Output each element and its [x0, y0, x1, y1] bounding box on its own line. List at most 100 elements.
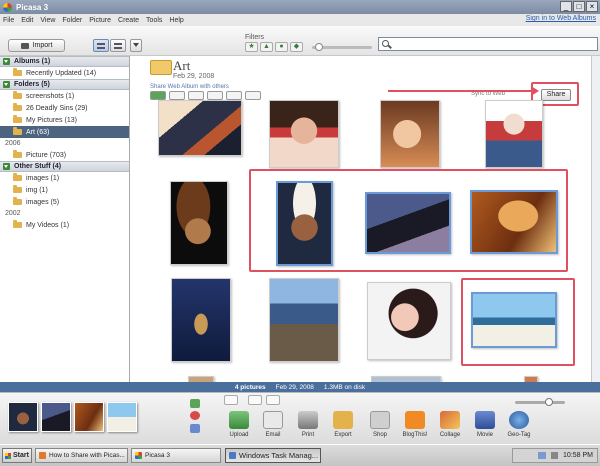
other-stuff-header[interactable]: Other Stuff (4)	[0, 161, 129, 172]
tray-thumbnail[interactable]	[41, 402, 71, 432]
date-filter-slider[interactable]	[312, 43, 372, 51]
window-controls: _ □ ×	[560, 1, 598, 12]
photo-thumbnail-selected[interactable]	[276, 181, 333, 266]
geo-filter-button[interactable]: ◆	[290, 42, 303, 52]
album-view: Art Feb 29, 2008 Share Web Album with ot…	[131, 56, 600, 384]
photo-thumbnail-selected[interactable]	[470, 190, 558, 254]
collage-icon	[440, 411, 460, 429]
vertical-scrollbar[interactable]	[591, 56, 600, 382]
photo-thumbnail[interactable]	[269, 278, 339, 362]
folder-item-picture[interactable]: Picture (703)	[0, 149, 129, 161]
album-title: Art	[173, 58, 191, 73]
email-button[interactable]: Email	[256, 411, 290, 438]
folder-label: images (1)	[26, 174, 60, 182]
folder-item-screenshots[interactable]: screenshots (1)	[0, 90, 129, 102]
menu-create[interactable]: Create	[118, 17, 139, 24]
import-label: Import	[32, 42, 53, 49]
collapse-icon	[3, 163, 10, 170]
menu-file[interactable]: File	[3, 17, 14, 24]
slider-knob[interactable]	[545, 398, 553, 406]
person-filter-button[interactable]: ●	[275, 42, 288, 52]
upload-filter-button[interactable]: ▲	[260, 42, 273, 52]
menu-help[interactable]: Help	[169, 17, 183, 24]
view-dropdown-button[interactable]	[130, 39, 142, 52]
shop-button[interactable]: Shop	[363, 411, 397, 438]
photo-thumbnail-selected[interactable]	[365, 192, 451, 254]
people-button[interactable]	[169, 91, 185, 100]
folder-item-images-5[interactable]: images (5)	[0, 196, 129, 208]
folder-item-art[interactable]: Art (63)	[0, 126, 129, 138]
folder-item-26-deadly-sins[interactable]: 26 Deadly Sins (29)	[0, 102, 129, 114]
network-icon[interactable]	[538, 452, 547, 459]
taskbar-label: Picasa 3	[145, 452, 170, 459]
albums-header[interactable]: Albums (1)	[0, 56, 129, 67]
disk-size: 1.3MB on disk	[323, 383, 366, 391]
slider-knob[interactable]	[315, 43, 323, 51]
photo-thumbnail-selected[interactable]	[471, 292, 557, 348]
taskbar-item-picasa[interactable]: Picasa 3	[131, 448, 221, 463]
thumbnail-view-button[interactable]	[93, 39, 109, 52]
rotate-right-button[interactable]	[266, 395, 280, 405]
share-button[interactable]: Share	[541, 89, 571, 101]
tray-thumbnail[interactable]	[74, 402, 104, 432]
blogthis-button[interactable]: BlogThis!	[398, 411, 432, 438]
export-button[interactable]: Export	[326, 411, 360, 438]
list-view-button[interactable]	[110, 39, 126, 52]
share-web-album-link[interactable]: Share Web Album with others	[150, 84, 229, 90]
folder-item-img[interactable]: img (1)	[0, 184, 129, 196]
folders-header[interactable]: Folders (5)	[0, 79, 129, 90]
toolbar: Import Filters ★ ▲ ● ◆	[0, 26, 600, 56]
menu-folder[interactable]: Folder	[62, 17, 82, 24]
geotag-button[interactable]: Geo-Tag	[502, 411, 536, 438]
menu-picture[interactable]: Picture	[89, 17, 111, 24]
folder-item-my-pictures[interactable]: My Pictures (13)	[0, 114, 129, 126]
menu-edit[interactable]: Edit	[21, 17, 33, 24]
photo-thumbnail[interactable]	[158, 100, 242, 156]
photo-thumbnail[interactable]	[170, 181, 228, 265]
photo-thumbnail[interactable]	[269, 100, 339, 168]
photo-thumbnail[interactable]	[380, 100, 440, 168]
maximize-button[interactable]: □	[573, 1, 585, 12]
tray-thumbnail[interactable]	[8, 402, 38, 432]
star-filter-button[interactable]: ★	[245, 42, 258, 52]
photo-thumbnail[interactable]	[485, 100, 543, 168]
photo-thumbnail[interactable]	[171, 278, 231, 362]
geotag-label: Geo-Tag	[507, 432, 531, 438]
start-button[interactable]: Start	[2, 448, 32, 463]
collage-button[interactable]: Collage	[433, 411, 467, 438]
tags-button[interactable]	[207, 91, 223, 100]
photo-thumbnail[interactable]	[367, 282, 451, 360]
close-button[interactable]: ×	[586, 1, 598, 12]
add-to-album-button[interactable]	[190, 424, 200, 433]
movie-button[interactable]: Movie	[468, 411, 502, 438]
volume-icon[interactable]	[551, 452, 559, 459]
clear-tray-button[interactable]	[190, 411, 200, 420]
clock[interactable]: 10:58 PM	[563, 452, 593, 459]
places-button[interactable]	[188, 91, 204, 100]
thumbnail-size-slider[interactable]	[515, 398, 565, 406]
import-button[interactable]: Import	[8, 39, 65, 52]
tray-thumbnail[interactable]	[107, 402, 137, 432]
folder-item-images-1[interactable]: images (1)	[0, 172, 129, 184]
minimize-button[interactable]: _	[560, 1, 572, 12]
signin-link[interactable]: Sign in to Web Albums	[526, 15, 596, 22]
menu-tools[interactable]: Tools	[146, 17, 162, 24]
taskbar-item-firefox[interactable]: How to Share with Picas...	[35, 448, 128, 463]
upload-button[interactable]: Upload	[222, 411, 256, 438]
albums-header-label: Albums (1)	[14, 58, 51, 65]
star-tray-button[interactable]	[224, 395, 238, 405]
hold-button[interactable]	[190, 399, 200, 408]
search-input[interactable]	[378, 37, 598, 51]
menu-view[interactable]: View	[40, 17, 55, 24]
collage-label: Collage	[439, 432, 461, 438]
print-button[interactable]: Print	[291, 411, 325, 438]
person-icon: ●	[279, 43, 284, 50]
play-slideshow-button[interactable]	[150, 91, 166, 100]
taskbar-item-task-manager[interactable]: Windows Task Manag...	[225, 448, 321, 463]
upload-label: Upload	[229, 432, 249, 438]
star-button[interactable]	[226, 91, 242, 100]
album-item-recently-updated[interactable]: Recently Updated (14)	[0, 67, 129, 79]
rotate-left-button[interactable]	[248, 395, 262, 405]
folder-item-my-videos[interactable]: My Videos (1)	[0, 219, 129, 231]
user-button[interactable]	[245, 91, 261, 100]
